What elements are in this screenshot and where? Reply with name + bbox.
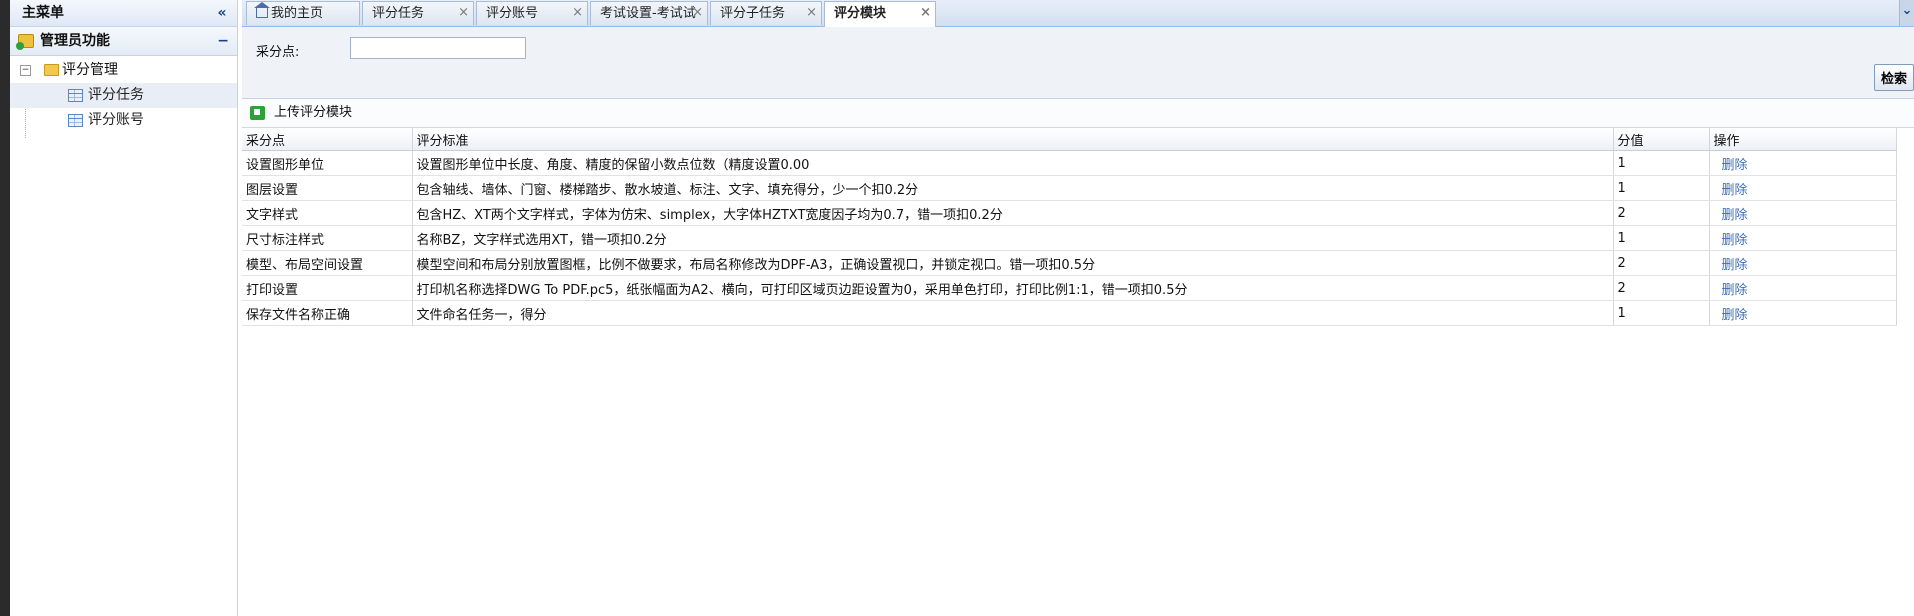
tab-scoring-accounts[interactable]: 评分账号 × xyxy=(476,1,588,25)
tree-item-label: 评分任务 xyxy=(88,87,144,103)
search-panel: 采分点: 检索 xyxy=(242,27,1914,99)
cell-score: 2 xyxy=(1613,200,1710,226)
close-icon[interactable]: × xyxy=(806,1,817,25)
tab-scroll-icon[interactable]: ⌄ xyxy=(1899,0,1914,26)
tab-scoring-subtasks[interactable]: 评分子任务 × xyxy=(710,1,822,25)
collapse-group-icon[interactable]: − xyxy=(217,27,229,55)
delete-link[interactable]: 删除 xyxy=(1714,258,1748,273)
cell-action: 删除 xyxy=(1709,275,1897,301)
delete-link[interactable]: 删除 xyxy=(1714,283,1748,298)
sidebar-header: 主菜单 « xyxy=(10,0,237,27)
delete-link[interactable]: 删除 xyxy=(1714,233,1748,248)
accordion-group-admin[interactable]: 管理员功能 − xyxy=(10,27,237,56)
cell-criteria: 打印机名称选择DWG To PDF.pc5，纸张幅面为A2、横向，可打印区域页边… xyxy=(412,275,1614,301)
toolbar: 上传评分模块 xyxy=(242,99,1914,128)
cell-point: 保存文件名称正确 xyxy=(242,300,413,326)
upload-module-button[interactable]: 上传评分模块 xyxy=(250,99,352,127)
sidebar-title: 主菜单 xyxy=(22,5,64,21)
cell-point: 打印设置 xyxy=(242,275,413,301)
column-header-action[interactable]: 操作 xyxy=(1709,128,1897,151)
tab-label: 评分模块 xyxy=(834,6,887,21)
tree-collapse-icon[interactable]: − xyxy=(20,65,31,76)
table-icon xyxy=(68,89,83,102)
delete-link[interactable]: 删除 xyxy=(1714,158,1748,173)
folder-icon xyxy=(44,64,59,76)
tab-label: 我的主页 xyxy=(271,6,324,21)
delete-link[interactable]: 删除 xyxy=(1714,208,1748,223)
cell-action: 删除 xyxy=(1709,200,1897,226)
table-row[interactable]: 文字样式 包含HZ、XT两个文字样式，字体为仿宋、simplex，大字体HZTX… xyxy=(242,200,1897,226)
collapse-sidebar-icon[interactable]: « xyxy=(213,0,231,26)
scoring-point-input[interactable] xyxy=(350,37,526,59)
cell-action: 删除 xyxy=(1709,250,1897,276)
scoring-table: 采分点 评分标准 分值 操作 设置图形单位 设置图形单位中长度、角度、精度的保留… xyxy=(242,128,1897,326)
cell-score: 2 xyxy=(1613,250,1710,276)
cell-criteria: 模型空间和布局分别放置图框，比例不做要求，布局名称修改为DPF-A3，正确设置视… xyxy=(412,250,1614,276)
tree-node-scoring-management[interactable]: − 评分管理 xyxy=(10,58,237,83)
home-icon xyxy=(254,2,270,18)
tab-scoring-tasks[interactable]: 评分任务 × xyxy=(362,1,474,25)
cell-score: 2 xyxy=(1613,275,1710,301)
admin-group-icon xyxy=(16,34,34,50)
close-icon[interactable]: × xyxy=(572,1,583,25)
menu-tree: − 评分管理 评分任务 评分账号 xyxy=(10,56,237,138)
cell-score: 1 xyxy=(1613,150,1710,176)
tree-item-label: 评分账号 xyxy=(88,112,144,128)
cell-action: 删除 xyxy=(1709,225,1897,251)
close-icon[interactable]: × xyxy=(458,1,469,25)
upload-label: 上传评分模块 xyxy=(274,105,353,120)
cell-action: 删除 xyxy=(1709,300,1897,326)
search-button[interactable]: 检索 xyxy=(1874,64,1914,91)
sidebar: 主菜单 « 管理员功能 − − 评分管理 评分任务 评分账号 xyxy=(10,0,238,616)
tab-home[interactable]: 我的主页 xyxy=(246,1,360,25)
cell-score: 1 xyxy=(1613,225,1710,251)
delete-link[interactable]: 删除 xyxy=(1714,308,1748,323)
tab-label: 评分任务 xyxy=(372,6,425,21)
table-row[interactable]: 模型、布局空间设置 模型空间和布局分别放置图框，比例不做要求，布局名称修改为DP… xyxy=(242,250,1897,276)
tab-bar: 我的主页 评分任务 × 评分账号 × 考试设置-考试试卷 × 评分子任务 × 评… xyxy=(242,0,1914,45)
column-header-score[interactable]: 分值 xyxy=(1613,128,1710,151)
cell-point: 文字样式 xyxy=(242,200,413,226)
cell-action: 删除 xyxy=(1709,175,1897,201)
group-label: 管理员功能 xyxy=(40,33,110,49)
cell-action: 删除 xyxy=(1709,150,1897,176)
tree-node-label: 评分管理 xyxy=(62,62,118,78)
column-header-criteria[interactable]: 评分标准 xyxy=(412,128,1614,151)
table-row[interactable]: 图层设置 包含轴线、墙体、门窗、楼梯踏步、散水坡道、标注、文字、填充得分，少一个… xyxy=(242,175,1897,201)
cell-point: 设置图形单位 xyxy=(242,150,413,176)
cell-criteria: 名称BZ，文字样式选用XT，错一项扣0.2分 xyxy=(412,225,1614,251)
cell-point: 模型、布局空间设置 xyxy=(242,250,413,276)
upload-icon xyxy=(250,106,265,120)
tab-exam-settings[interactable]: 考试设置-考试试卷 × xyxy=(590,1,708,45)
table-row[interactable]: 保存文件名称正确 文件命名任务一，得分 1 删除 xyxy=(242,300,1897,326)
table-row[interactable]: 设置图形单位 设置图形单位中长度、角度、精度的保留小数点位数（精度设置0.00 … xyxy=(242,150,1897,176)
table-header-row: 采分点 评分标准 分值 操作 xyxy=(242,128,1897,151)
cell-criteria: 设置图形单位中长度、角度、精度的保留小数点位数（精度设置0.00 xyxy=(412,150,1614,176)
cell-criteria: 包含轴线、墙体、门窗、楼梯踏步、散水坡道、标注、文字、填充得分，少一个扣0.2分 xyxy=(412,175,1614,201)
close-icon[interactable]: × xyxy=(692,1,703,25)
tab-label: 评分子任务 xyxy=(720,6,786,21)
tree-item-scoring-accounts[interactable]: 评分账号 xyxy=(10,108,237,133)
table-row[interactable]: 尺寸标注样式 名称BZ，文字样式选用XT，错一项扣0.2分 1 删除 xyxy=(242,225,1897,251)
delete-link[interactable]: 删除 xyxy=(1714,183,1748,198)
cell-criteria: 包含HZ、XT两个文字样式，字体为仿宋、simplex，大字体HZTXT宽度因子… xyxy=(412,200,1614,226)
cell-score: 1 xyxy=(1613,175,1710,201)
window-edge xyxy=(0,0,10,616)
main-panel: 我的主页 评分任务 × 评分账号 × 考试设置-考试试卷 × 评分子任务 × 评… xyxy=(242,0,1914,616)
table-row[interactable]: 打印设置 打印机名称选择DWG To PDF.pc5，纸张幅面为A2、横向，可打… xyxy=(242,275,1897,301)
tab-label: 评分账号 xyxy=(486,6,539,21)
cell-criteria: 文件命名任务一，得分 xyxy=(412,300,1614,326)
tree-item-scoring-tasks[interactable]: 评分任务 xyxy=(10,83,237,108)
cell-point: 图层设置 xyxy=(242,175,413,201)
close-icon[interactable]: × xyxy=(920,1,931,25)
column-header-point[interactable]: 采分点 xyxy=(242,128,413,151)
tab-scoring-module[interactable]: 评分模块 × xyxy=(824,1,936,27)
search-label: 采分点: xyxy=(256,45,300,60)
cell-score: 1 xyxy=(1613,300,1710,326)
table-icon xyxy=(68,114,83,127)
cell-point: 尺寸标注样式 xyxy=(242,225,413,251)
